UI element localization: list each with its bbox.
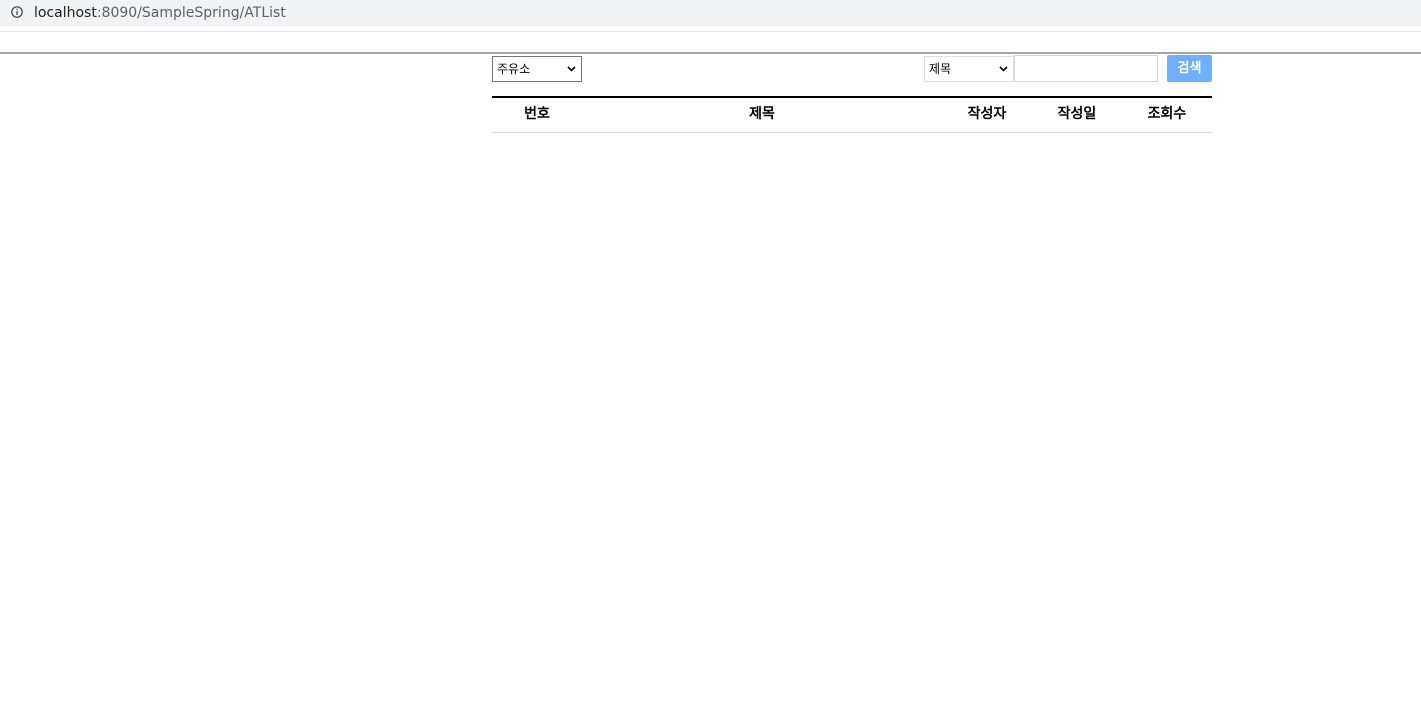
board-category-selected: 주유소 xyxy=(497,62,531,76)
table-header: 번호 제목 작성자 작성일 조회수 xyxy=(492,98,1212,133)
header-divider xyxy=(0,52,1421,54)
search-type-select[interactable]: 제목 xyxy=(924,56,1014,82)
board-category-select[interactable]: 주유소 xyxy=(492,56,582,82)
search-input[interactable] xyxy=(1014,55,1158,82)
column-header-views: 조회수 xyxy=(1147,106,1187,122)
url-path: :8090/SampleSpring/ATList xyxy=(96,5,286,21)
url-host: localhost xyxy=(34,5,97,21)
column-header-number: 번호 xyxy=(524,106,550,122)
chevron-down-icon xyxy=(999,66,1008,72)
column-header-title: 제목 xyxy=(749,106,775,122)
column-header-date: 작성일 xyxy=(1057,106,1097,122)
search-type-selected: 제목 xyxy=(929,62,952,76)
column-header-writer: 작성자 xyxy=(967,106,1007,122)
chevron-down-icon xyxy=(567,66,576,72)
toolbar-divider xyxy=(0,31,1421,32)
browser-address-bar[interactable]: localhost:8090/SampleSpring/ATList xyxy=(0,0,1421,27)
browser-url[interactable]: localhost:8090/SampleSpring/ATList xyxy=(34,4,286,22)
info-circle-icon[interactable] xyxy=(11,6,23,18)
search-button[interactable]: 검색 xyxy=(1167,55,1212,82)
